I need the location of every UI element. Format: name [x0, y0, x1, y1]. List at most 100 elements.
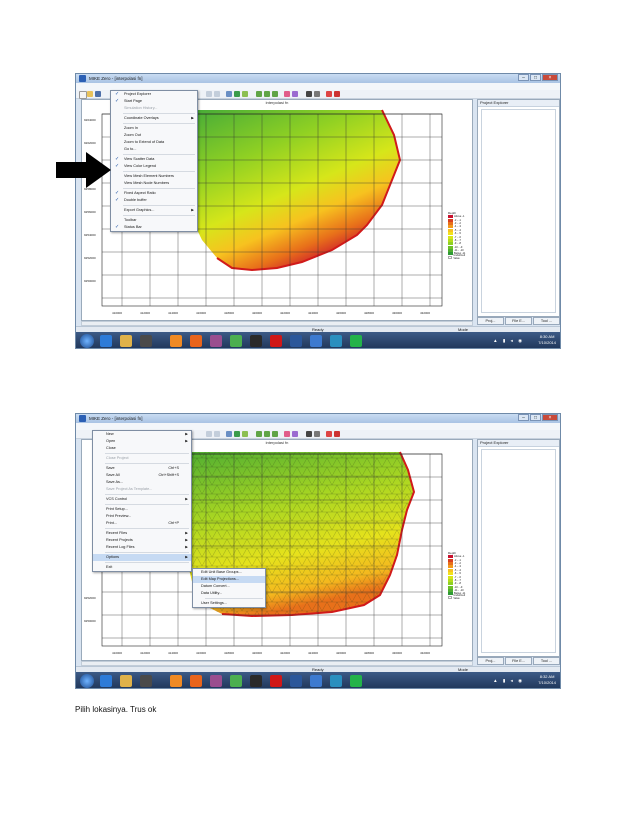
tab-toolbox[interactable]: Tool ...: [533, 657, 560, 665]
pan-icon[interactable]: [214, 91, 220, 97]
zoom-icon[interactable]: [206, 431, 212, 437]
opera-icon[interactable]: [270, 675, 282, 687]
chrome-icon[interactable]: [230, 335, 242, 347]
refine-icon[interactable]: [334, 431, 340, 437]
mesh-edit-icon[interactable]: [314, 91, 320, 97]
minimize-button[interactable]: –: [518, 414, 529, 421]
menu-item-options[interactable]: Options ▶: [93, 554, 191, 561]
open-icon[interactable]: [87, 91, 93, 97]
mesh-edit-icon[interactable]: [314, 431, 320, 437]
close-button[interactable]: ×: [542, 414, 558, 421]
media-player-icon[interactable]: [140, 675, 152, 687]
mike-zero-icon[interactable]: [310, 675, 322, 687]
chrome-icon[interactable]: [230, 675, 242, 687]
menu-item-go-to[interactable]: Go to...: [111, 146, 197, 153]
menu-item-zoom-in[interactable]: Zoom In: [111, 125, 197, 132]
menu-item-start-page[interactable]: ✓ Start Page: [111, 98, 197, 105]
check-icon[interactable]: [272, 91, 278, 97]
app-icon[interactable]: [250, 335, 262, 347]
check-icon[interactable]: [256, 91, 262, 97]
menu-item-user-settings[interactable]: User Settings...: [193, 600, 265, 607]
minimize-button[interactable]: –: [518, 74, 529, 81]
taskbar-clock[interactable]: 8:30 AM 7/10/2014: [538, 334, 556, 346]
start-button[interactable]: [80, 674, 94, 688]
new-icon[interactable]: [79, 91, 87, 99]
polygon-icon[interactable]: [284, 431, 290, 437]
taskbar-clock[interactable]: 8:32 AM 7/10/2014: [538, 674, 556, 686]
tab-toolbox[interactable]: Tool ...: [533, 317, 560, 325]
app-icon[interactable]: [170, 675, 182, 687]
check-icon[interactable]: [272, 431, 278, 437]
tab-project[interactable]: Proj...: [477, 657, 504, 665]
mike-zero-icon[interactable]: [310, 335, 322, 347]
menu-item-toolbar[interactable]: Toolbar: [111, 217, 197, 224]
check-icon[interactable]: [264, 91, 270, 97]
close-button[interactable]: ×: [542, 74, 558, 81]
menu-item-edit-unit-base-groups[interactable]: Edit Unit Base Groups...: [193, 569, 265, 576]
explorer-tree[interactable]: [481, 109, 556, 313]
menu-item-exit[interactable]: Exit: [93, 564, 191, 571]
menu-item-print[interactable]: Print... Ctrl+P: [93, 520, 191, 527]
menu-item-datum-convert[interactable]: Datum Convert...: [193, 583, 265, 590]
polygon-icon[interactable]: [284, 91, 290, 97]
system-tray[interactable]: ▲ ▮ ◂ ◉: [493, 678, 524, 684]
save-icon[interactable]: [95, 91, 101, 97]
menu-item-recent-log-files[interactable]: Recent Log Files ▶: [93, 544, 191, 551]
menu-item-save-all[interactable]: Save All Ctrl+Shift+S: [93, 472, 191, 479]
maximize-button[interactable]: □: [530, 74, 541, 81]
check-icon[interactable]: [256, 431, 262, 437]
menu-item-coordinate-overlays[interactable]: Coordinate Overlays ▶: [111, 115, 197, 122]
menu-item-status-bar[interactable]: ✓ Status Bar: [111, 224, 197, 231]
maximize-button[interactable]: □: [530, 414, 541, 421]
menu-item-project-explorer[interactable]: ✓ Project Explorer: [111, 91, 197, 98]
explorer-tree[interactable]: [481, 449, 556, 653]
arc-icon[interactable]: [242, 91, 248, 97]
edit-icon[interactable]: [292, 91, 298, 97]
ie-icon[interactable]: [100, 675, 112, 687]
tab-file-explorer[interactable]: File E...: [505, 657, 532, 665]
line-icon[interactable]: [350, 335, 362, 347]
line-icon[interactable]: [350, 675, 362, 687]
menu-item-save-as[interactable]: Save As...: [93, 479, 191, 486]
folder-icon[interactable]: [120, 675, 132, 687]
ie-icon[interactable]: [100, 335, 112, 347]
triangulate-icon[interactable]: [326, 431, 332, 437]
opera-icon[interactable]: [270, 335, 282, 347]
menu-item-edit-map-projections[interactable]: Edit Map Projections...: [193, 576, 265, 583]
arc-icon[interactable]: [242, 431, 248, 437]
edit-icon[interactable]: [292, 431, 298, 437]
firefox-icon[interactable]: [190, 675, 202, 687]
refine-icon[interactable]: [334, 91, 340, 97]
select-icon[interactable]: [226, 91, 232, 97]
menu-item-recent-files[interactable]: Recent Files ▶: [93, 530, 191, 537]
menu-item-print-setup[interactable]: Print Setup...: [93, 506, 191, 513]
menu-item-data-utility[interactable]: Data Utility...: [193, 590, 265, 597]
menu-item-zoom-extend[interactable]: Zoom to Extend of Data: [111, 139, 197, 146]
triangulate-icon[interactable]: [326, 91, 332, 97]
app-icon[interactable]: [330, 675, 342, 687]
app-icon[interactable]: [250, 675, 262, 687]
menu-item-zoom-out[interactable]: Zoom Out: [111, 132, 197, 139]
menu-item-view-color-legend[interactable]: ✓ View Color Legend: [111, 163, 197, 170]
menu-item-export-graphics[interactable]: Export Graphics... ▶: [111, 207, 197, 214]
media-player-icon[interactable]: [140, 335, 152, 347]
menu-item-view-scatter-data[interactable]: ✓ View Scatter Data: [111, 156, 197, 163]
word-icon[interactable]: [290, 675, 302, 687]
menu-item-new[interactable]: New ▶: [93, 431, 191, 438]
word-icon[interactable]: [290, 335, 302, 347]
menu-item-double-buffer[interactable]: ✓ Double buffer: [111, 197, 197, 204]
tab-project[interactable]: Proj...: [477, 317, 504, 325]
menu-item-fixed-aspect-ratio[interactable]: ✓ Fixed Aspect Ratio: [111, 190, 197, 197]
select-icon[interactable]: [226, 431, 232, 437]
app-icon[interactable]: [170, 335, 182, 347]
menu-item-open[interactable]: Open ▶: [93, 438, 191, 445]
menu-item-save[interactable]: Save Ctrl+S: [93, 465, 191, 472]
app-icon[interactable]: [210, 335, 222, 347]
mesh-icon[interactable]: [306, 91, 312, 97]
app-icon[interactable]: [210, 675, 222, 687]
pan-icon[interactable]: [214, 431, 220, 437]
app-icon[interactable]: [330, 335, 342, 347]
menu-item-recent-projects[interactable]: Recent Projects ▶: [93, 537, 191, 544]
folder-icon[interactable]: [120, 335, 132, 347]
menu-item-mesh-element-numbers[interactable]: View Mesh Element Numbers: [111, 173, 197, 180]
